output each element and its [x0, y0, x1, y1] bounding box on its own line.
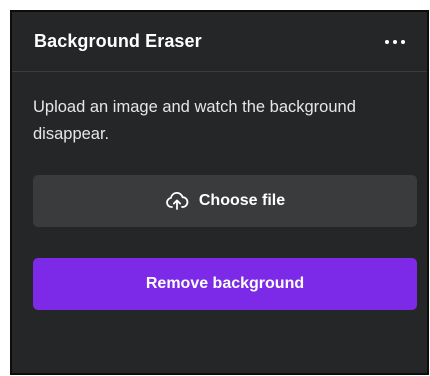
- more-horizontal-icon: [385, 39, 389, 44]
- panel-body: Upload an image and watch the background…: [12, 72, 427, 310]
- panel-description: Upload an image and watch the background…: [33, 98, 356, 143]
- upload-cloud-icon: [165, 189, 189, 213]
- panel-title: Background Eraser: [34, 31, 202, 51]
- more-horizontal-icon-dot: [393, 39, 397, 44]
- more-options-button[interactable]: [385, 30, 405, 54]
- remove-background-label: Remove background: [145, 275, 305, 292]
- choose-file-label: Choose file: [198, 192, 286, 209]
- panel-header: Background Eraser: [12, 12, 427, 72]
- choose-file-button[interactable]: Choose file: [33, 175, 417, 227]
- background-eraser-panel: Background Eraser Upload an image and wa…: [10, 10, 429, 375]
- remove-background-button[interactable]: Remove background: [33, 258, 417, 310]
- more-horizontal-icon-dot: [401, 39, 405, 44]
